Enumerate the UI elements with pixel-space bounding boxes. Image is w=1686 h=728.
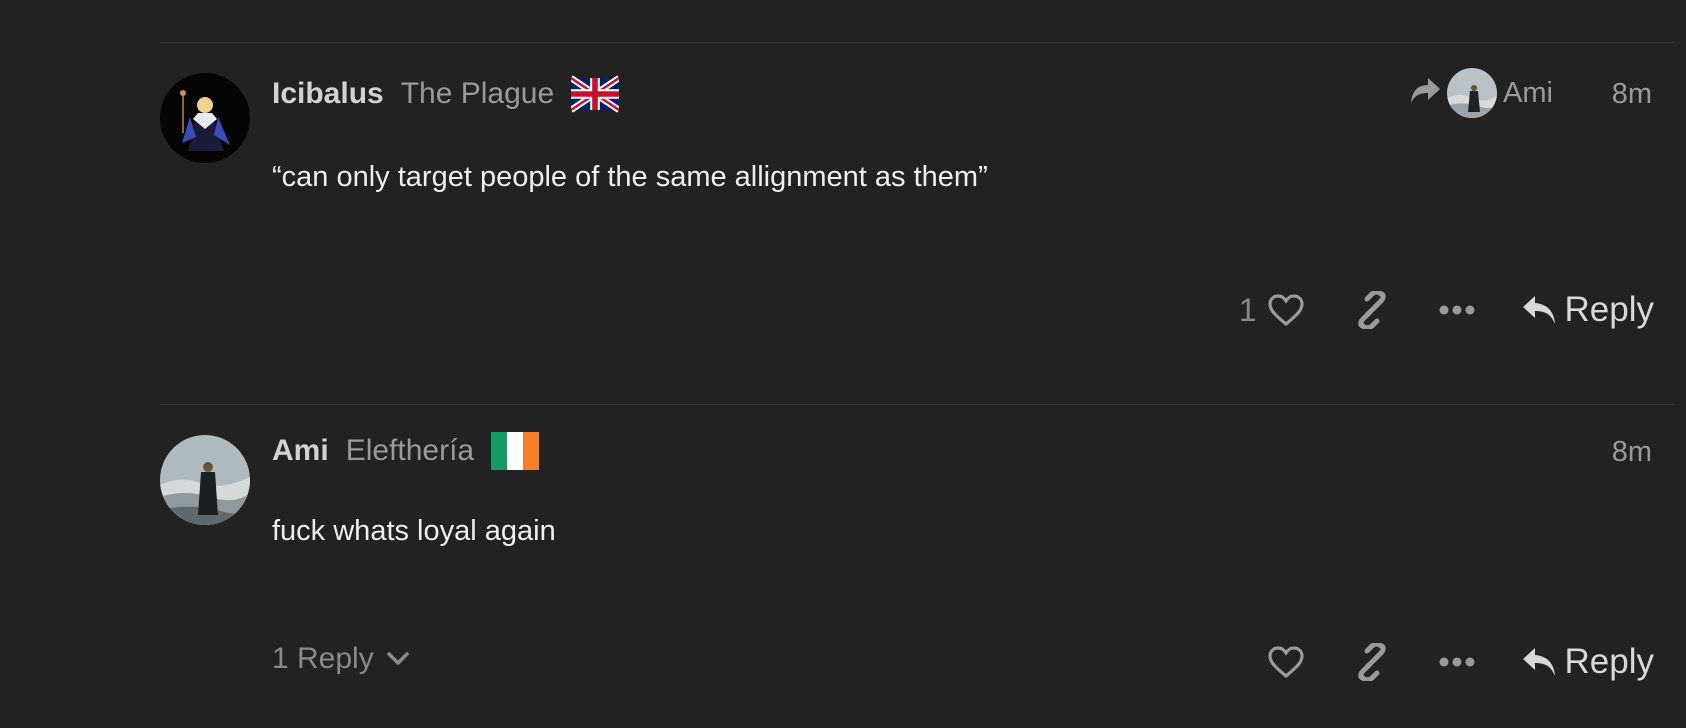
more-options-icon[interactable] [1439, 656, 1475, 668]
replies-count-label: 1 Reply [272, 642, 374, 675]
post-divider [160, 42, 1674, 43]
post-divider [160, 404, 1674, 405]
show-replies-button[interactable]: 1 Reply [272, 642, 410, 676]
post-date[interactable]: 8m [1612, 436, 1652, 469]
post-meta: Icibalus The Plague [272, 74, 621, 114]
avatar[interactable] [160, 73, 250, 163]
post-date[interactable]: 8m [1612, 78, 1652, 111]
post-meta: Ami Elefthería [272, 431, 540, 471]
united-kingdom-flag [569, 75, 621, 113]
reply-icon [1522, 648, 1555, 676]
link-icon[interactable] [1353, 291, 1391, 329]
username[interactable]: Icibalus [272, 77, 384, 111]
heart-icon[interactable] [1267, 645, 1305, 679]
avatar[interactable] [160, 435, 250, 525]
post-actions: Reply [1267, 637, 1654, 687]
post-actions: 1 Reply [1239, 285, 1654, 335]
reply-to-username: Ami [1503, 76, 1553, 109]
post-body: fuck whats loyal again [272, 515, 556, 547]
like-count[interactable]: 1 [1239, 292, 1257, 329]
reply-icon [1522, 296, 1555, 324]
share-arrow-icon [1409, 76, 1441, 111]
reply-to-avatar [1447, 68, 1498, 118]
chevron-down-icon [386, 651, 410, 667]
user-title: The Plague [400, 77, 555, 110]
reply-button[interactable]: Reply [1521, 290, 1654, 330]
heart-icon[interactable] [1267, 293, 1305, 327]
link-icon[interactable] [1353, 643, 1391, 681]
username[interactable]: Ami [272, 434, 329, 468]
reply-label: Reply [1564, 642, 1654, 681]
more-options-icon[interactable] [1439, 304, 1475, 316]
reply-button[interactable]: Reply [1521, 642, 1654, 682]
reply-label: Reply [1564, 290, 1654, 329]
reply-to-tab[interactable]: Ami [1409, 68, 1553, 118]
post-body: “can only target people of the same alli… [272, 161, 988, 193]
user-title: Elefthería [345, 434, 475, 467]
ireland-flag [491, 432, 540, 470]
